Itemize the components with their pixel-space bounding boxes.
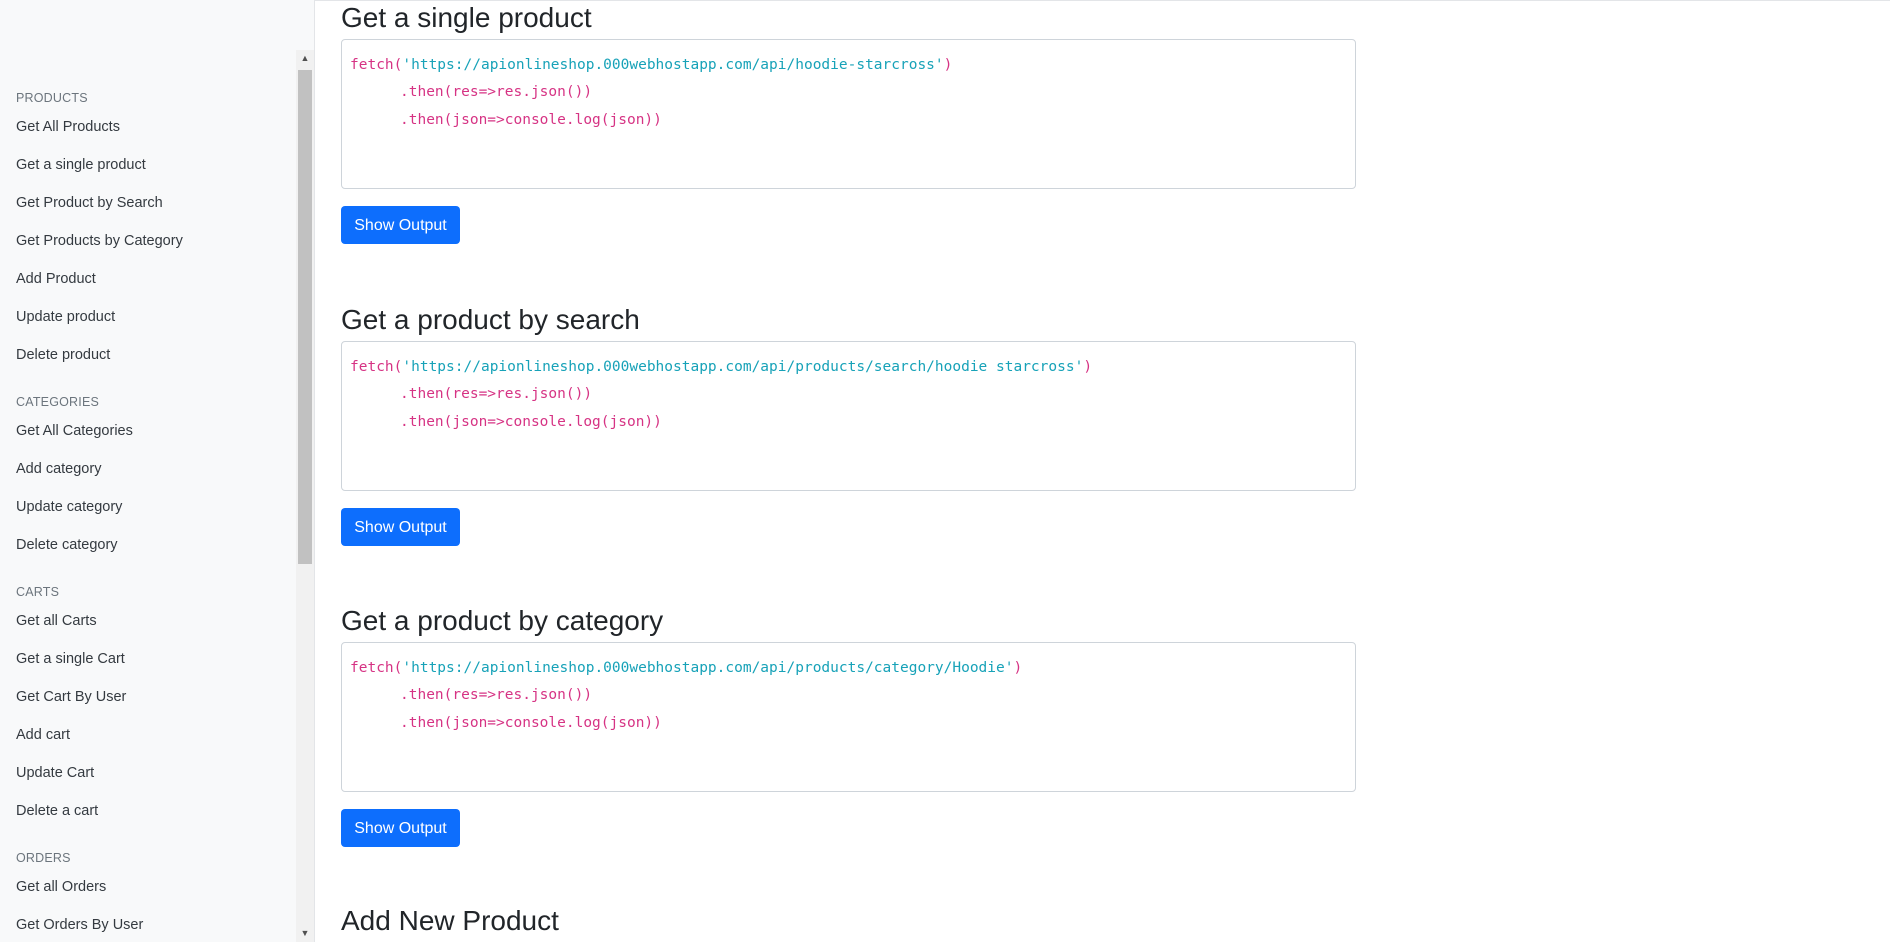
sidebar-item-get-product-by-search[interactable]: Get Product by Search	[16, 188, 292, 226]
sidebar-item-delete-category[interactable]: Delete category	[16, 530, 292, 568]
section-add-new-product: Add New Product	[341, 903, 1356, 939]
code-editor[interactable]: fetch('https://apionlineshop.000webhosta…	[341, 341, 1356, 491]
sidebar-item-get-single-product[interactable]: Get a single product	[16, 150, 292, 188]
sidebar-scrollbar[interactable]: ▲ ▼	[296, 50, 314, 942]
section-get-single-product: Get a single product fetch('https://apio…	[341, 0, 1356, 244]
sidebar-item-add-cart[interactable]: Add cart	[16, 720, 292, 758]
sidebar-item-delete-cart[interactable]: Delete a cart	[16, 796, 292, 834]
code-line-then-json: .then(res=>res.json())	[400, 84, 593, 100]
scrollbar-thumb[interactable]	[298, 70, 312, 564]
code-line-then-log: .then(json=>console.log(json))	[400, 715, 662, 731]
sidebar-item-get-orders-by-user[interactable]: Get Orders By User	[16, 910, 292, 942]
code-line-then-json: .then(res=>res.json())	[400, 386, 593, 402]
code-editor[interactable]: fetch('https://apionlineshop.000webhosta…	[341, 642, 1356, 792]
sidebar-item-get-products-by-category[interactable]: Get Products by Category	[16, 226, 292, 264]
section-get-product-by-category: Get a product by category fetch('https:/…	[341, 603, 1356, 847]
section-title: Get a product by search	[341, 304, 640, 335]
sidebar-item-get-cart-by-user[interactable]: Get Cart By User	[16, 682, 292, 720]
sidebar-item-add-product[interactable]: Add Product	[16, 264, 292, 302]
nav-heading: CATEGORIES	[16, 395, 100, 409]
code-line-fetch: fetch('https://apionlineshop.000webhosta…	[350, 57, 953, 73]
scroll-down-arrow-icon[interactable]: ▼	[296, 925, 314, 942]
section-title: Get a single product	[341, 2, 592, 33]
sidebar-item-update-product[interactable]: Update product	[16, 302, 292, 340]
code-line-then-log: .then(json=>console.log(json))	[400, 414, 662, 430]
code-editor[interactable]: fetch('https://apionlineshop.000webhosta…	[341, 39, 1356, 189]
code-url: 'https://apionlineshop.000webhostapp.com…	[402, 660, 1014, 676]
section-title: Add New Product	[341, 905, 559, 936]
nav-heading: ORDERS	[16, 851, 71, 865]
show-output-button[interactable]: Show Output	[341, 809, 460, 847]
sidebar-nav: PRODUCTS Get All Products Get a single p…	[16, 88, 292, 942]
code-url: 'https://apionlineshop.000webhostapp.com…	[402, 57, 944, 73]
code-line-fetch: fetch('https://apionlineshop.000webhosta…	[350, 660, 1023, 676]
sidebar-item-delete-product[interactable]: Delete product	[16, 340, 292, 378]
show-output-button[interactable]: Show Output	[341, 508, 460, 546]
nav-section-categories: CATEGORIES Get All Categories Add catego…	[16, 392, 292, 568]
section-title: Get a product by category	[341, 605, 664, 636]
sidebar-item-get-all-products[interactable]: Get All Products	[16, 112, 292, 150]
scroll-up-arrow-icon[interactable]: ▲	[296, 50, 314, 67]
sidebar-item-update-category[interactable]: Update category	[16, 492, 292, 530]
code-line-then-log: .then(json=>console.log(json))	[400, 112, 662, 128]
nav-section-carts: CARTS Get all Carts Get a single Cart Ge…	[16, 582, 292, 834]
sidebar-item-get-single-cart[interactable]: Get a single Cart	[16, 644, 292, 682]
code-url: 'https://apionlineshop.000webhostapp.com…	[402, 359, 1084, 375]
nav-heading: CARTS	[16, 585, 60, 599]
nav-heading: PRODUCTS	[16, 91, 88, 105]
code-line-fetch: fetch('https://apionlineshop.000webhosta…	[350, 359, 1093, 375]
sidebar-item-get-all-categories[interactable]: Get All Categories	[16, 416, 292, 454]
sidebar-item-add-category[interactable]: Add category	[16, 454, 292, 492]
section-get-product-by-search: Get a product by search fetch('https://a…	[341, 302, 1356, 546]
sidebar: PRODUCTS Get All Products Get a single p…	[0, 0, 315, 942]
sidebar-item-update-cart[interactable]: Update Cart	[16, 758, 292, 796]
nav-section-orders: ORDERS Get all Orders Get Orders By User	[16, 848, 292, 942]
sidebar-item-get-all-orders[interactable]: Get all Orders	[16, 872, 292, 910]
code-line-then-json: .then(res=>res.json())	[400, 687, 593, 703]
nav-section-products: PRODUCTS Get All Products Get a single p…	[16, 88, 292, 378]
sidebar-item-get-all-carts[interactable]: Get all Carts	[16, 606, 292, 644]
show-output-button[interactable]: Show Output	[341, 206, 460, 244]
